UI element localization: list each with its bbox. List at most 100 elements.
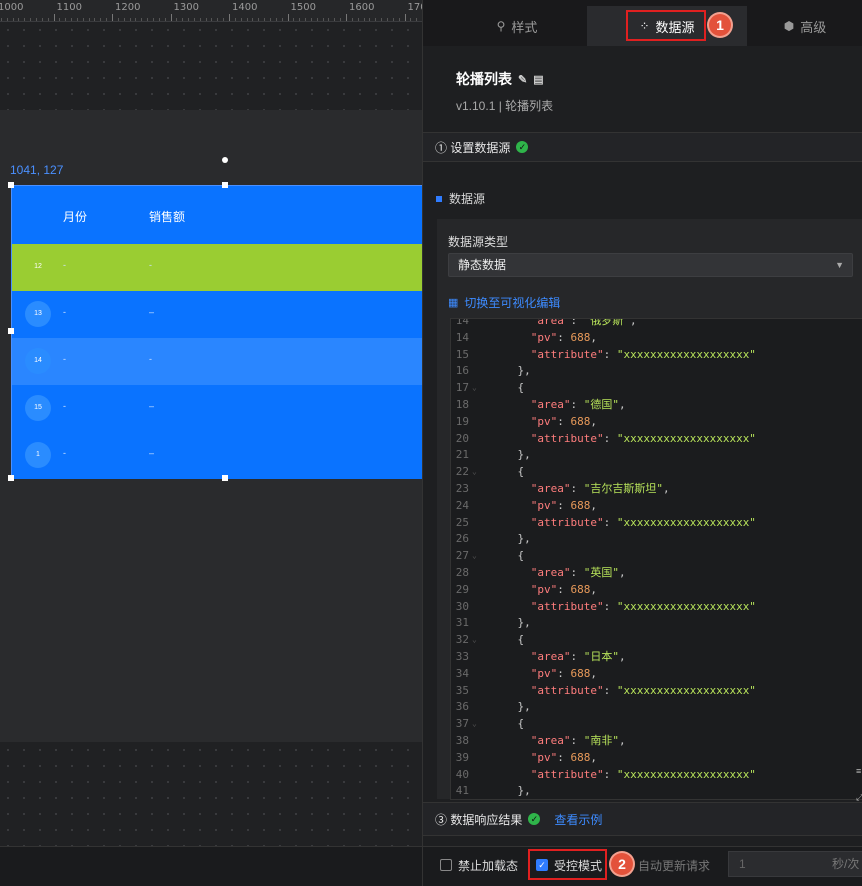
code-token: : — [603, 431, 617, 445]
code-token: }, — [491, 616, 531, 630]
datasource-type-value: 静态数据 — [458, 258, 507, 272]
ruler-tick — [229, 14, 230, 21]
cell-month: - — [63, 354, 66, 364]
code-line: 26 }, — [451, 531, 862, 548]
line-number: 35 — [455, 683, 469, 697]
header-sales: 销售额 — [149, 210, 186, 224]
code-text: }, — [491, 363, 530, 380]
resize-handle-bl[interactable] — [8, 475, 14, 481]
code-line: 24 "pv": 688, — [451, 498, 862, 515]
controlled-mode-checkbox[interactable]: ✓ — [536, 859, 548, 871]
rank-badge: 12 — [34, 263, 42, 270]
code-line: 40 "attribute": "xxxxxxxxxxxxxxxxxxx" — [451, 767, 862, 784]
section-response-result[interactable]: ③ 数据响应结果 ✓ 查看示例 — [423, 802, 862, 836]
code-token: 688 — [570, 330, 591, 344]
section-datasource-setup[interactable]: ① 设置数据源 ✓ — [423, 132, 862, 162]
line-number: 19 — [455, 414, 469, 428]
code-token: 688 — [570, 582, 591, 596]
line-number: 28 — [455, 566, 469, 579]
code-token: , — [630, 318, 637, 327]
code-token: "attribute" — [530, 347, 604, 361]
code-token: "area" — [530, 566, 571, 579]
fold-chevron-icon[interactable]: ⌄ — [472, 716, 477, 733]
cell-sales: – — [149, 448, 155, 458]
datasource-label-text: 数据源 — [449, 192, 486, 206]
line-number: 36 — [455, 700, 469, 714]
datasource-type-select[interactable]: 静态数据 ▼ — [448, 253, 853, 277]
cell-month: - — [63, 401, 66, 411]
line-number: 32 — [455, 633, 469, 647]
fold-chevron-icon[interactable]: ⌄ — [472, 548, 477, 565]
carousel-list-widget[interactable]: 月份 销售额 12 - - 13 - – 14 - - 15 - – 1 - – — [11, 185, 422, 479]
document-icon[interactable]: ▤ — [533, 73, 543, 86]
fold-chevron-icon[interactable]: ⌄ — [472, 380, 477, 397]
code-line: 39 "pv": 688, — [451, 750, 862, 767]
code-token: "attribute" — [530, 767, 604, 781]
line-number: 31 — [455, 616, 469, 630]
code-token: 688 — [570, 750, 591, 764]
fold-chevron-icon[interactable]: ⌄ — [472, 464, 477, 481]
code-token: "南非" — [583, 734, 619, 747]
switch-visual-edit-link[interactable]: ▦ 切换至可视化编辑 — [448, 294, 560, 311]
tab-style[interactable]: ⚲ 样式 — [447, 6, 587, 46]
cube-icon: ⬢ — [783, 19, 795, 33]
code-line: 15 "attribute": "xxxxxxxxxxxxxxxxxxx" — [451, 347, 862, 364]
editor-canvas[interactable]: 1000 1100 1200 1300 1400 1500 1600 1700 1041, 1… — [0, 0, 422, 886]
disable-loading-label: 禁止加载态 — [458, 859, 519, 873]
code-line: 14 "area": "俄罗斯", — [451, 318, 862, 330]
resize-handle-tl[interactable] — [8, 182, 14, 188]
ruler-label: 1500 — [290, 2, 316, 13]
datasource-type-label: 数据源类型 — [448, 235, 509, 249]
sliders-icon: ⚲ — [496, 19, 506, 33]
line-number: 41 — [455, 784, 469, 798]
format-icon[interactable]: ≡ — [856, 766, 861, 776]
code-text: "pv": 688, — [491, 330, 597, 347]
code-editor[interactable]: 14 "area": "俄罗斯", 14 "pv": 688, 15 "attrib… — [450, 318, 862, 800]
resize-handle-t[interactable] — [222, 182, 228, 188]
line-number: 27 — [455, 549, 469, 563]
interval-value: 1 — [739, 857, 746, 871]
code-token: "attribute" — [530, 683, 604, 697]
cell-month: - — [63, 260, 66, 270]
view-example-link[interactable]: 查看示例 — [554, 811, 602, 828]
resize-handle-b[interactable] — [222, 475, 228, 481]
code-text: "area": "英国", — [491, 565, 626, 582]
code-token: , — [590, 330, 597, 344]
code-text: "area": "日本", — [491, 649, 626, 666]
widget-row: 1 - – — [12, 432, 422, 479]
code-line: 16 }, — [451, 363, 862, 380]
line-number: 18 — [455, 398, 469, 411]
tab-advanced[interactable]: ⬢ 高级 — [747, 6, 862, 46]
step-marker-2: 2 — [611, 853, 633, 875]
code-line: 22 ⌄ { — [451, 464, 862, 481]
edit-icon[interactable]: ✎ — [518, 73, 527, 86]
interval-input[interactable]: 1 秒/次 — [728, 851, 862, 877]
ruler-label: 1200 — [115, 2, 141, 13]
step-marker-1: 1 — [709, 14, 731, 36]
line-number: 22 — [455, 465, 469, 479]
code-text: "pv": 688, — [491, 414, 597, 431]
bullet-icon — [436, 195, 442, 202]
code-line: 41 }, — [451, 783, 862, 799]
line-number: 40 — [455, 767, 469, 781]
ruler-label: 1600 — [349, 2, 375, 13]
fold-chevron-icon[interactable]: ⌄ — [472, 632, 477, 649]
code-token: "area" — [530, 398, 571, 411]
code-text: "attribute": "xxxxxxxxxxxxxxxxxxx" — [491, 599, 756, 616]
code-line: 25 "attribute": "xxxxxxxxxxxxxxxxxxx" — [451, 515, 862, 532]
code-line: 18 "area": "德国", — [451, 397, 862, 414]
code-line: 21 }, — [451, 447, 862, 464]
code-token: "pv" — [530, 666, 558, 680]
resize-handle-l[interactable] — [8, 328, 14, 334]
disable-loading-checkbox[interactable] — [440, 859, 452, 871]
rotate-handle[interactable] — [222, 157, 228, 163]
code-token: "area" — [530, 318, 571, 327]
ruler-tick — [170, 14, 172, 21]
check-circle-icon: ✓ — [516, 141, 529, 153]
